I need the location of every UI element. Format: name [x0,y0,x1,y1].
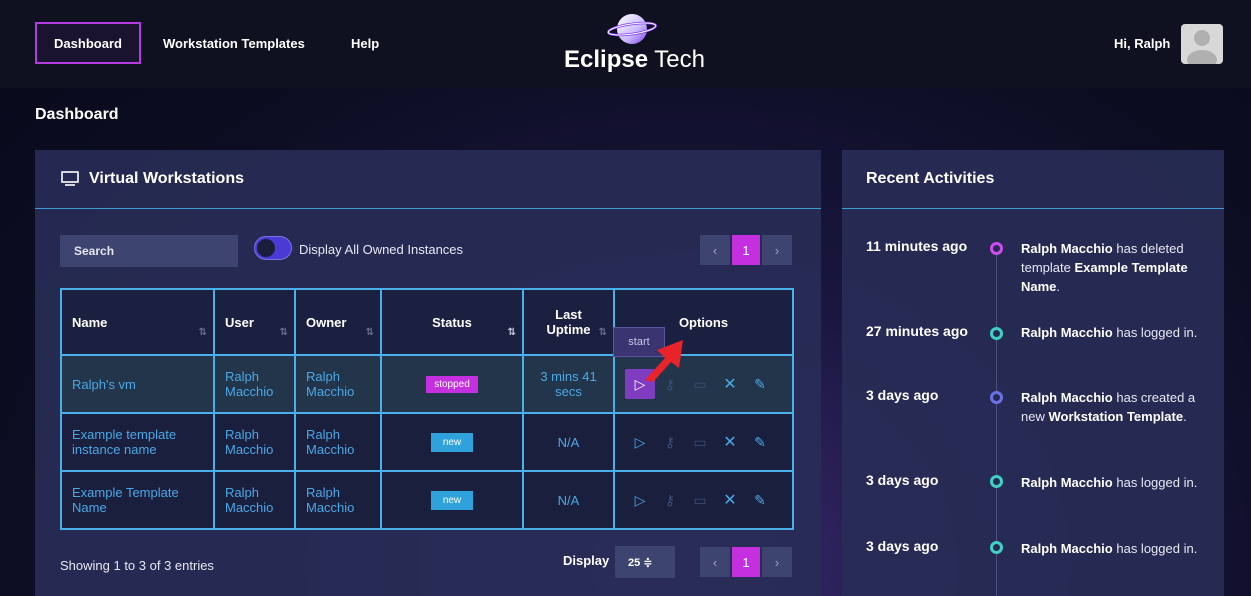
display-all-owned-toggle[interactable] [254,236,292,260]
timeline-dot [990,391,1003,404]
cell-options: ▷ ⚷ ▭ ✕ ✎ [613,470,794,530]
delete-icon[interactable]: ✕ [715,369,745,399]
col-header-name[interactable]: Name ⇅ [60,288,215,356]
sort-icon[interactable]: ⇅ [280,327,288,338]
page-size-select[interactable]: 25 ≑ [615,546,675,578]
next-page-button[interactable]: › [762,235,792,265]
nav-workstation-templates[interactable]: Workstation Templates [163,22,305,64]
key-icon[interactable]: ⚷ [655,427,685,457]
cell-status: new [380,470,524,530]
delete-icon[interactable]: ✕ [715,427,745,457]
panel-title: Recent Activities [866,170,995,187]
cell-name[interactable]: Example template instance name [60,412,215,472]
toggle-knob [257,239,275,257]
start-icon[interactable]: ▷ [625,485,655,515]
workstations-table: Name ⇅ User ⇅ Owner ⇅ Status ⇅ Last Uptime ⇅ … [60,288,794,530]
display-label: Display [563,553,610,568]
sort-icon[interactable]: ⇅ [366,327,374,338]
activity-text: Ralph Macchio has logged in. [1021,325,1198,340]
timeline-dot [990,475,1003,488]
monitor-icon [61,171,79,186]
page-title: Dashboard [35,106,119,123]
col-header-last-uptime[interactable]: Last Uptime ⇅ [522,288,615,356]
cell-options: ▷ ⚷ ▭ ✕ ✎ [613,412,794,472]
cell-name[interactable]: Ralph's vm [60,354,215,414]
search-input[interactable] [60,235,238,267]
cell-uptime: 3 mins 41 secs [522,354,615,414]
sort-icon[interactable]: ⇅ [599,327,607,338]
status-badge: new [430,490,474,510]
user-avatar[interactable] [1181,24,1223,64]
panel-title: Virtual Workstations [89,170,244,187]
activity-text: Ralph Macchio has logged in. [1021,475,1198,490]
pagination-top: ‹ 1 › [700,235,792,265]
cell-user[interactable]: Ralph Macchio [213,470,296,530]
monitor-icon[interactable]: ▭ [685,485,715,515]
activity-time: 3 days ago [866,538,939,554]
top-navbar: Dashboard Workstation Templates Help Ecl… [0,0,1251,88]
toggle-label: Display All Owned Instances [299,242,464,257]
col-header-status[interactable]: Status ⇅ [380,288,524,356]
entries-info: Showing 1 to 3 of 3 entries [60,558,214,573]
prev-page-button[interactable]: ‹ [700,235,730,265]
activity-time: 3 days ago [866,472,939,488]
cell-user[interactable]: Ralph Macchio [213,412,296,472]
timeline-dot [990,541,1003,554]
activity-time: 3 days ago [866,387,939,403]
activity-text: Ralph Macchio has created a new Workstat… [1021,390,1196,424]
start-icon[interactable]: ▷ [625,427,655,457]
user-greeting: Hi, Ralph [1114,36,1171,51]
monitor-icon[interactable]: ▭ [685,427,715,457]
activity-time: 11 minutes ago [866,238,968,254]
sort-icon[interactable]: ⇅ [199,327,207,338]
annotation-arrow-icon [645,340,683,382]
user-avatar-icon [1187,30,1217,64]
table-row: Example Template Name Ralph Macchio Ralp… [60,470,794,530]
nav-help[interactable]: Help [351,22,379,64]
page-1-button[interactable]: 1 [732,235,760,265]
timeline-dot [990,327,1003,340]
page-1-button[interactable]: 1 [732,547,760,577]
delete-icon[interactable]: ✕ [715,485,745,515]
next-page-button[interactable]: › [762,547,792,577]
activity-text: Ralph Macchio has logged in. [1021,541,1198,556]
status-badge: stopped [426,376,478,393]
cell-owner[interactable]: Ralph Macchio [294,354,382,414]
edit-icon[interactable]: ✎ [745,369,775,399]
col-header-user[interactable]: User ⇅ [213,288,296,356]
timeline-dot [990,242,1003,255]
nav-dashboard[interactable]: Dashboard [35,22,141,64]
brand-name: Eclipse Tech [564,46,705,73]
cell-uptime: N/A [522,412,615,472]
cell-name[interactable]: Example Template Name [60,470,215,530]
sort-icon[interactable]: ⇅ [508,327,516,338]
edit-icon[interactable]: ✎ [745,427,775,457]
status-badge: new [430,432,474,452]
key-icon[interactable]: ⚷ [655,485,685,515]
panel-header: Virtual Workstations [35,150,821,209]
pagination-bottom: ‹ 1 › [700,547,792,577]
activity-text: Ralph Macchio has deleted template Examp… [1021,241,1188,294]
cell-status: new [380,412,524,472]
cell-owner[interactable]: Ralph Macchio [294,412,382,472]
activity-time: 27 minutes ago [866,323,968,339]
recent-activities-panel: Recent Activities 11 minutes ago Ralph M… [842,150,1224,596]
cell-owner[interactable]: Ralph Macchio [294,470,382,530]
panel-header: Recent Activities [842,150,1224,209]
table-row: Example template instance name Ralph Mac… [60,412,794,472]
eclipse-tech-logo[interactable]: Eclipse Tech [560,12,705,76]
cell-user[interactable]: Ralph Macchio [213,354,296,414]
cell-uptime: N/A [522,470,615,530]
col-header-owner[interactable]: Owner ⇅ [294,288,382,356]
prev-page-button[interactable]: ‹ [700,547,730,577]
edit-icon[interactable]: ✎ [745,485,775,515]
cell-status: stopped [380,354,524,414]
